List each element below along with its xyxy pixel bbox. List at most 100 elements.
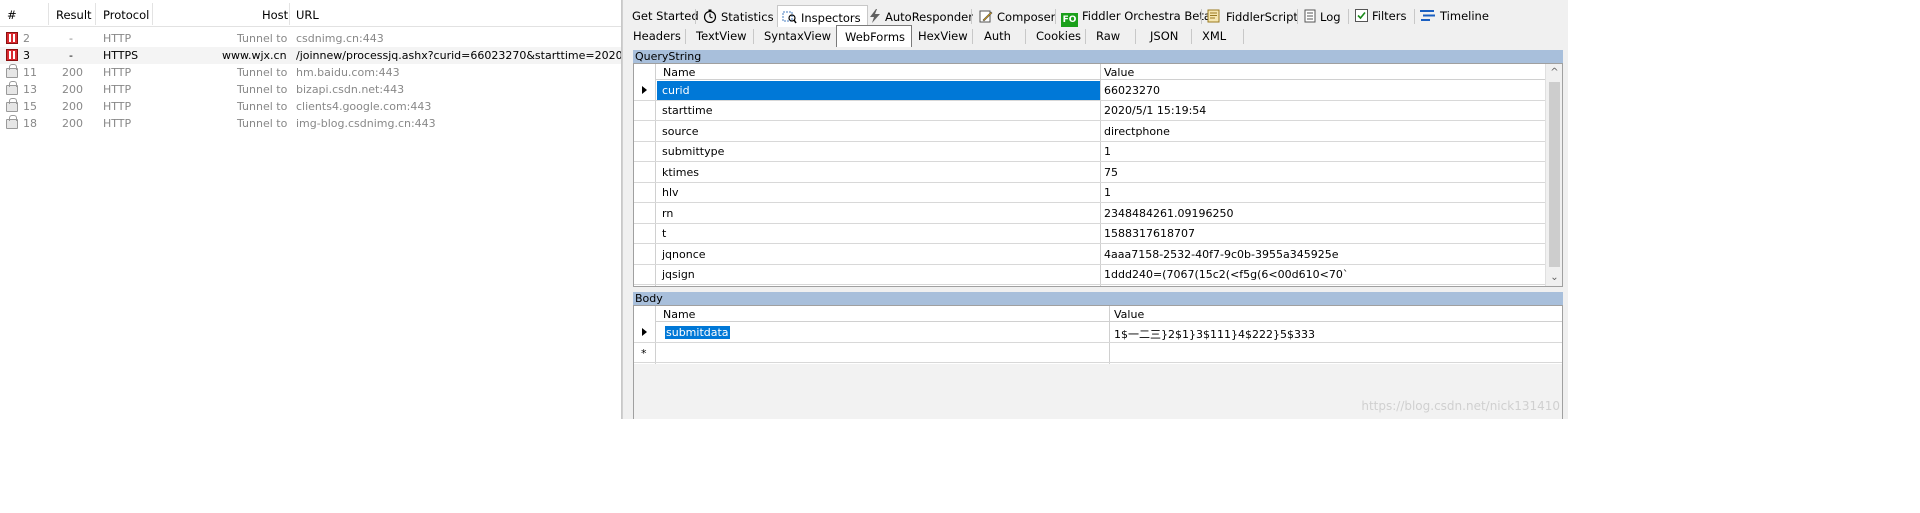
tab-timeline[interactable]: Timeline: [1420, 5, 1489, 27]
subtab-syntaxview[interactable]: SyntaxView: [764, 25, 831, 47]
qs-name[interactable]: ktimes: [662, 166, 699, 179]
tab-inspectors[interactable]: Inspectors: [777, 5, 868, 27]
session-row[interactable]: 15 200 HTTP Tunnel to clients4.google.co…: [0, 98, 621, 115]
qs-name[interactable]: jqnonce: [662, 248, 706, 261]
session-num: 3: [23, 49, 30, 62]
col-header-url[interactable]: URL: [296, 8, 319, 22]
subtab-json[interactable]: JSON: [1150, 25, 1178, 47]
session-host: Tunnel to: [237, 100, 288, 113]
querystring-title: QueryString: [633, 50, 1563, 63]
subtab-headers[interactable]: Headers: [633, 25, 681, 47]
tunnel-icon: [6, 32, 18, 44]
qs-name[interactable]: rn: [662, 207, 673, 220]
qs-name[interactable]: submittype: [662, 145, 724, 158]
scroll-up-icon[interactable]: ^: [1550, 68, 1559, 78]
subtab-raw[interactable]: Raw: [1096, 25, 1120, 47]
inspect-icon: [782, 11, 797, 24]
log-icon: [1304, 9, 1316, 23]
tab-composer[interactable]: Composer: [979, 5, 1055, 27]
tab-get-started[interactable]: Get Started: [632, 5, 699, 27]
qs-name[interactable]: source: [662, 125, 699, 138]
subtab-cookies[interactable]: Cookies: [1036, 25, 1081, 47]
subtab-webforms[interactable]: WebForms: [836, 25, 913, 47]
inspector-panel: Get Started Statistics Inspectors AutoRe…: [628, 0, 1568, 419]
tab-fiddlerscript[interactable]: FiddlerScript: [1207, 5, 1298, 27]
qs-name[interactable]: curid: [662, 84, 690, 97]
tab-statistics[interactable]: Statistics: [703, 5, 774, 27]
lock-icon: [6, 98, 18, 112]
session-row-selected[interactable]: 3 - HTTPS www.wjx.cn /joinnew/processjq.…: [0, 47, 622, 64]
session-host: Tunnel to: [237, 32, 288, 45]
tab-log[interactable]: Log: [1304, 5, 1341, 27]
session-protocol: HTTP: [103, 83, 132, 96]
qs-name[interactable]: starttime: [662, 104, 712, 117]
scroll-thumb[interactable]: [1549, 82, 1560, 267]
querystring-scrollbar[interactable]: ^ ⌄: [1545, 64, 1562, 286]
session-row[interactable]: 2 - HTTP Tunnel to csdnimg.cn:443: [0, 30, 621, 47]
qs-value[interactable]: 1588317618707: [1104, 227, 1195, 240]
session-host: Tunnel to: [237, 66, 288, 79]
querystring-row[interactable]: jqsign 1ddd240=(7067(15c2(<f5g(6<00d610<…: [634, 265, 1562, 285]
session-row[interactable]: 11 200 HTTP Tunnel to hm.baidu.com:443: [0, 64, 621, 81]
body-header: Name Value: [634, 306, 1562, 322]
session-num: 15: [23, 100, 37, 113]
querystring-row[interactable]: source directphone: [634, 122, 1562, 142]
qs-value[interactable]: 4aaa7158-2532-40f7-9c0b-3955a345925e: [1104, 248, 1338, 261]
session-url: /joinnew/processjq.ashx?curid=66023270&s…: [296, 49, 622, 62]
querystring-row-selected[interactable]: curid 66023270: [634, 81, 1562, 101]
subtab-xml[interactable]: XML: [1202, 25, 1226, 47]
session-num: 11: [23, 66, 37, 79]
subtab-hexview[interactable]: HexView: [918, 25, 968, 47]
current-row-icon: [642, 86, 647, 94]
session-url: img-blog.csdnimg.cn:443: [296, 117, 436, 130]
col-header-result[interactable]: Result: [56, 8, 92, 22]
tab-fiddler-orchestra[interactable]: FO Fiddler Orchestra Beta: [1061, 5, 1211, 27]
session-row[interactable]: 13 200 HTTP Tunnel to bizapi.csdn.net:44…: [0, 81, 621, 98]
checkbox-icon: [1355, 9, 1368, 22]
querystring-row[interactable]: rn 2348484261.09196250: [634, 204, 1562, 224]
body-new-row[interactable]: *: [634, 343, 1562, 363]
qs-value[interactable]: directphone: [1104, 125, 1170, 138]
qs-name[interactable]: t: [662, 227, 666, 240]
querystring-row[interactable]: starttime 2020/5/1 15:19:54: [634, 101, 1562, 121]
qs-value[interactable]: 1: [1104, 145, 1111, 158]
col-header-host[interactable]: Host: [262, 8, 288, 22]
session-result: 200: [62, 117, 83, 130]
stopwatch-icon: [703, 9, 717, 23]
col-name-header[interactable]: Name: [663, 308, 695, 321]
session-host: Tunnel to: [237, 83, 288, 96]
querystring-row[interactable]: t 1588317618707: [634, 224, 1562, 244]
querystring-row[interactable]: hlv 1: [634, 183, 1562, 203]
col-value-header[interactable]: Value: [1104, 66, 1134, 79]
qs-name[interactable]: hlv: [662, 186, 679, 199]
col-name-header[interactable]: Name: [663, 66, 695, 79]
body-value[interactable]: 1$一二三}2$1}3$111}4$222}5$333: [1114, 326, 1315, 342]
querystring-row[interactable]: ktimes 75: [634, 163, 1562, 183]
qs-value[interactable]: 1: [1104, 186, 1111, 199]
lock-icon: [6, 115, 18, 129]
lightning-icon: [870, 9, 880, 23]
session-host: www.wjx.cn: [222, 49, 287, 62]
body-row-selected[interactable]: submitdata 1$一二三}2$1}3$111}4$222}5$333: [634, 323, 1562, 343]
querystring-grid: Name Value curid 66023270 starttime 2020…: [633, 63, 1563, 287]
body-name[interactable]: submitdata: [665, 326, 730, 339]
qs-value[interactable]: 75: [1104, 166, 1118, 179]
qs-value[interactable]: 2348484261.09196250: [1104, 207, 1233, 220]
scroll-down-icon[interactable]: ⌄: [1550, 273, 1559, 283]
querystring-row[interactable]: jqnonce 4aaa7158-2532-40f7-9c0b-3955a345…: [634, 245, 1562, 265]
qs-value[interactable]: 1ddd240=(7067(15c2(<f5g(6<00d610<70`: [1104, 268, 1348, 281]
subtab-auth[interactable]: Auth: [984, 25, 1011, 47]
col-header-num[interactable]: #: [7, 8, 17, 22]
subtab-textview[interactable]: TextView: [696, 25, 747, 47]
tab-autoresponder[interactable]: AutoResponder: [869, 5, 973, 27]
col-header-protocol[interactable]: Protocol: [103, 8, 149, 22]
session-num: 13: [23, 83, 37, 96]
col-value-header[interactable]: Value: [1114, 308, 1144, 321]
session-row[interactable]: 18 200 HTTP Tunnel to img-blog.csdnimg.c…: [0, 115, 621, 132]
qs-name[interactable]: jqsign: [662, 268, 695, 281]
qs-value[interactable]: 2020/5/1 15:19:54: [1104, 104, 1206, 117]
qs-value[interactable]: 66023270: [1104, 84, 1160, 97]
querystring-row[interactable]: submittype 1: [634, 142, 1562, 162]
session-host: Tunnel to: [237, 117, 288, 130]
tab-filters[interactable]: Filters: [1355, 5, 1406, 27]
